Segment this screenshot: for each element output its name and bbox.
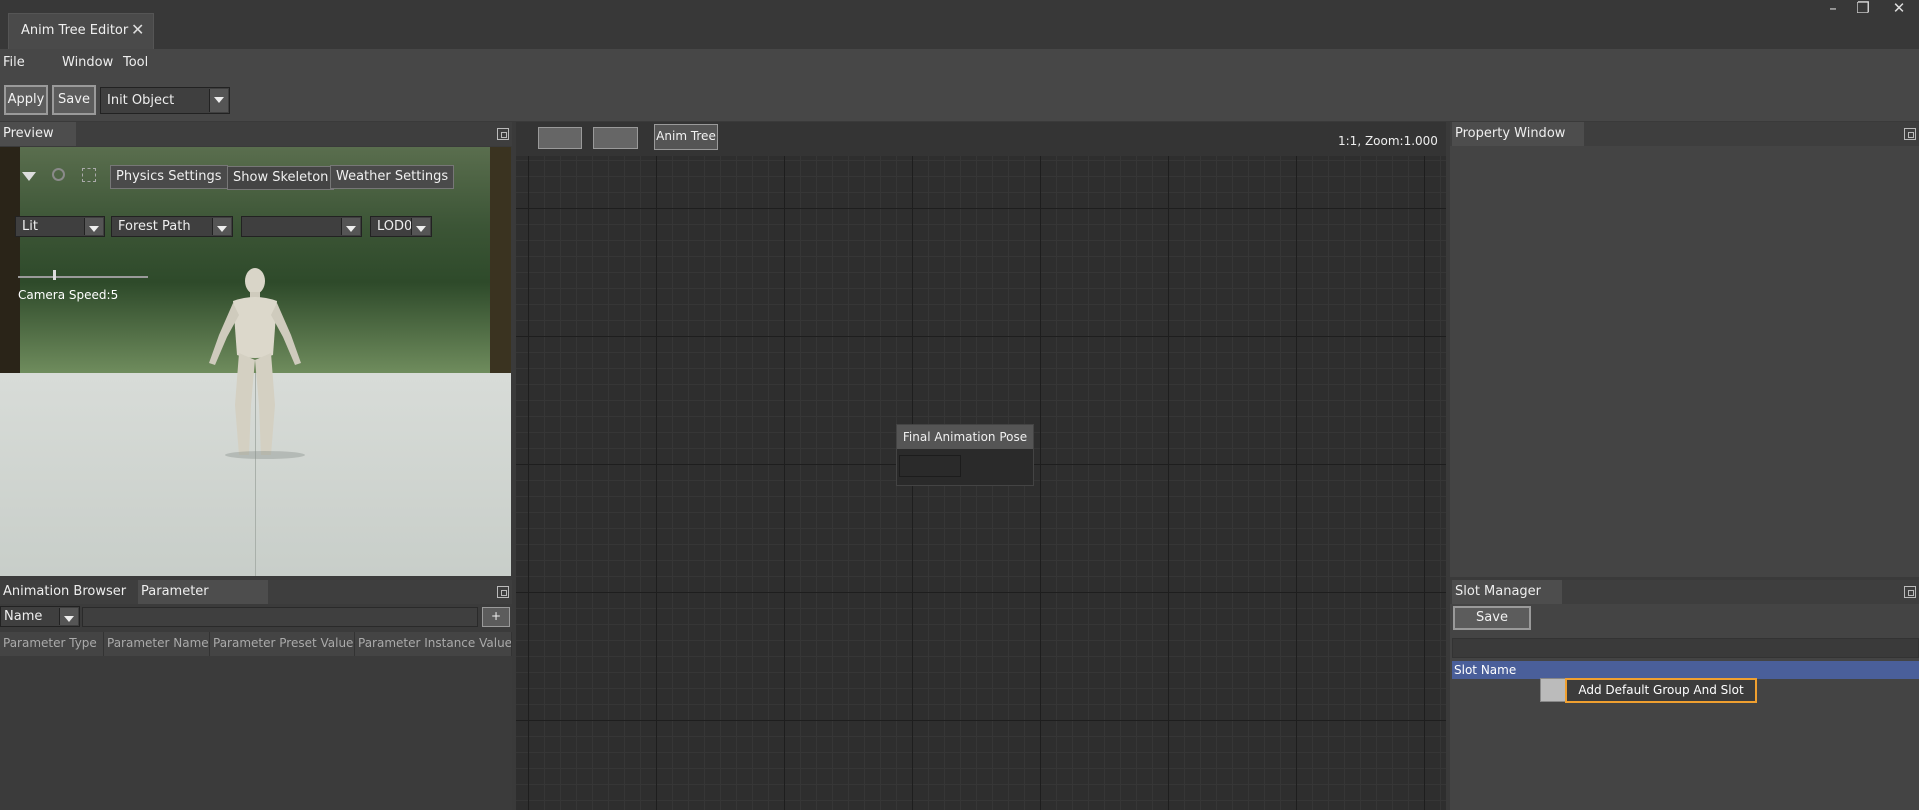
camera-speed-label: Camera Speed:5 (18, 288, 119, 302)
close-tab-icon[interactable]: ✕ (131, 20, 144, 39)
refresh-icon[interactable] (52, 168, 65, 181)
character-model (209, 268, 305, 459)
save-button[interactable]: Save (52, 85, 96, 115)
menu-window[interactable]: Window (62, 55, 113, 70)
graph-tab-1[interactable] (538, 127, 582, 149)
tree-trunk (0, 147, 20, 373)
document-tab[interactable]: Anim Tree Editor ✕ (8, 13, 154, 49)
weather-settings-button[interactable]: Weather Settings (330, 165, 455, 189)
preview-header (0, 122, 512, 146)
tab-animation-browser[interactable]: Animation Browser (0, 580, 138, 604)
chevron-down-icon (59, 608, 78, 625)
zoom-label: 1:1, Zoom:1.000 (1338, 134, 1438, 148)
property-window-panel (1450, 122, 1919, 577)
view-mode-select[interactable]: Lit (15, 216, 105, 237)
slot-search-input[interactable] (1452, 638, 1919, 658)
column-header-type[interactable]: Parameter Type (0, 632, 104, 656)
chevron-down-icon (212, 218, 231, 235)
view-mode-value: Lit (22, 219, 38, 234)
minimize-icon[interactable]: – (1818, 0, 1848, 18)
environment-value: Forest Path (118, 219, 191, 234)
menu-file[interactable]: File (3, 55, 25, 70)
final-animation-pose-node[interactable]: Final Animation Pose (896, 424, 1034, 486)
lod-select[interactable]: LOD0 (370, 216, 432, 237)
add-parameter-button[interactable]: + (482, 607, 510, 627)
empty-select[interactable] (241, 216, 362, 237)
node-title: Final Animation Pose (897, 425, 1033, 449)
menu-tool[interactable]: Tool (123, 55, 148, 70)
title-bar (0, 0, 1919, 49)
pin-icon[interactable] (497, 128, 509, 140)
show-skeleton-button[interactable]: Show Skeleton (227, 166, 335, 190)
filter-select[interactable]: Name (0, 606, 80, 627)
tab-preview[interactable]: Preview (0, 122, 76, 146)
menu-bar: File Window Tool (0, 49, 1919, 77)
column-header-instance-value[interactable]: Parameter Instance Value (355, 632, 512, 656)
camera-speed-slider-handle[interactable] (53, 270, 56, 280)
node-input-pin[interactable] (899, 455, 961, 477)
pin-icon[interactable] (1904, 586, 1916, 598)
environment-select[interactable]: Forest Path (111, 216, 233, 237)
slot-save-button[interactable]: Save (1453, 606, 1531, 630)
toolbar (0, 77, 1919, 121)
chevron-down-icon (84, 218, 103, 235)
lod-value: LOD0 (377, 219, 413, 234)
add-default-group-and-slot-menu-item[interactable]: Add Default Group And Slot (1565, 678, 1757, 703)
physics-settings-button[interactable]: Physics Settings (110, 165, 228, 189)
chevron-down-icon (411, 218, 430, 235)
document-tab-label: Anim Tree Editor (21, 23, 129, 38)
tab-anim-tree[interactable]: Anim Tree (654, 124, 718, 150)
object-select[interactable]: Init Object (100, 87, 230, 114)
grid-icon[interactable] (82, 168, 96, 182)
apply-button[interactable]: Apply (4, 85, 48, 115)
pin-icon[interactable] (497, 586, 509, 598)
chevron-down-icon (341, 218, 360, 235)
close-window-icon[interactable]: ✕ (1884, 0, 1914, 18)
tab-slot-manager[interactable]: Slot Manager (1452, 580, 1562, 604)
tab-property-window[interactable]: Property Window (1452, 122, 1584, 146)
graph-tab-2[interactable] (593, 127, 638, 149)
pin-icon[interactable] (1904, 128, 1916, 140)
collapse-arrow-icon[interactable] (22, 172, 36, 181)
column-header-name[interactable]: Parameter Name (104, 632, 210, 656)
restore-icon[interactable]: ❐ (1848, 0, 1878, 18)
object-select-value: Init Object (107, 93, 175, 108)
tree-trunk (490, 147, 511, 373)
slot-name-header[interactable]: Slot Name (1452, 661, 1919, 679)
chevron-down-icon (209, 89, 228, 112)
camera-speed-slider[interactable] (18, 276, 148, 278)
filter-select-value: Name (4, 609, 43, 624)
filter-input[interactable] (82, 607, 478, 627)
column-header-preset-value[interactable]: Parameter Preset Value (210, 632, 355, 656)
slot-row-swatch (1540, 678, 1566, 702)
tab-parameter[interactable]: Parameter (138, 580, 268, 604)
